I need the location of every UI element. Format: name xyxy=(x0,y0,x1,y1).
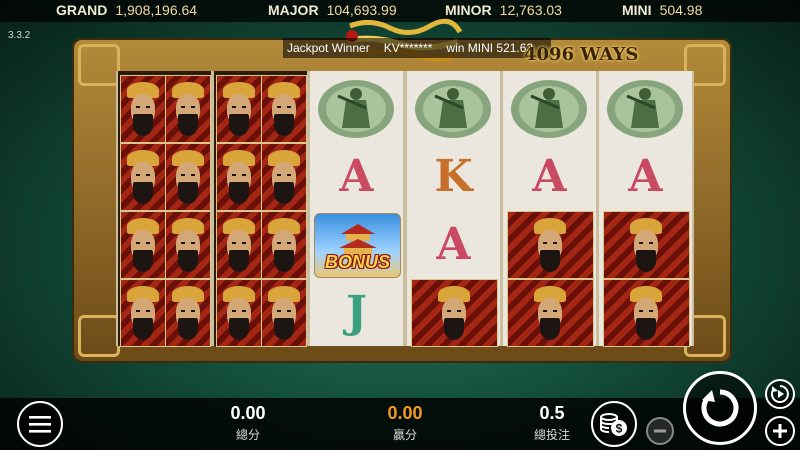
reel-cell xyxy=(214,74,307,143)
letter-a-symbol: A xyxy=(339,150,374,202)
reel-cell: A xyxy=(503,142,596,210)
svg-text:$: $ xyxy=(616,422,623,436)
frame-corner-ornament xyxy=(78,44,120,86)
reel-cell xyxy=(407,74,500,142)
reel-cell: J xyxy=(310,278,403,346)
coins-icon: $ xyxy=(600,413,627,436)
reel-cell xyxy=(503,210,596,279)
emperor-symbol xyxy=(216,75,262,143)
minus-icon xyxy=(654,429,666,433)
spin-icon xyxy=(701,389,739,427)
frame-corner-ornament xyxy=(78,315,120,357)
emperor-symbol xyxy=(120,279,166,347)
soldier-symbol xyxy=(415,80,491,138)
decrease-bet-button[interactable] xyxy=(646,417,674,445)
soldier-symbol xyxy=(318,80,394,138)
reel-cell xyxy=(407,278,500,347)
emperor-symbol xyxy=(165,279,211,347)
emperor-symbol xyxy=(120,75,166,143)
reel-cell: A xyxy=(599,142,692,210)
emperor-symbol xyxy=(261,143,307,211)
letter-a-symbol: A xyxy=(628,150,663,202)
reel-3: A BONUS J xyxy=(308,71,405,346)
win-amount: 0.00 贏分 xyxy=(365,403,445,443)
emperor-symbol xyxy=(165,143,211,211)
reel-6: A xyxy=(597,71,694,347)
reel-cell xyxy=(503,74,596,142)
reel-cell: BONUS xyxy=(310,210,403,278)
reel-cell xyxy=(599,278,692,347)
reel-cell: A xyxy=(310,142,403,210)
total-bet-value: 0.5 xyxy=(539,403,565,423)
emperor-symbol xyxy=(261,279,307,347)
emperor-symbol xyxy=(165,75,211,143)
win-amount-value: 0.00 xyxy=(387,403,423,423)
version-label: 3.3.2 xyxy=(8,30,31,41)
spin-button[interactable] xyxy=(683,371,757,445)
win-amount-label: 贏分 xyxy=(392,428,417,442)
reel-cell xyxy=(118,278,211,347)
emperor-symbol xyxy=(216,211,262,279)
reel-cell xyxy=(214,278,307,347)
reel-cell xyxy=(214,210,307,279)
total-score-value: 0.00 xyxy=(230,403,266,423)
reel-cell xyxy=(118,74,211,143)
autoplay-icon xyxy=(770,385,789,403)
plus-icon xyxy=(773,424,787,438)
reel-4: KA xyxy=(405,71,502,347)
total-bet-label: 總投注 xyxy=(533,428,570,442)
reel-1 xyxy=(116,71,213,347)
emperor-symbol xyxy=(165,211,211,279)
ticker-prefix: Jackpot Winner xyxy=(287,41,370,55)
emperor-symbol xyxy=(261,75,307,143)
jackpot-minor: MINOR 12,763.03 xyxy=(445,2,562,18)
emperor-symbol xyxy=(216,279,262,347)
reel-cell xyxy=(310,74,403,142)
reel-cell: A xyxy=(407,210,500,278)
reel-5: A xyxy=(501,71,598,347)
jackpot-major: MAJOR 104,693.99 xyxy=(268,2,397,18)
ticker-player: KV******* xyxy=(383,41,433,55)
increase-bet-button[interactable] xyxy=(765,416,795,446)
bonus-label: BONUS xyxy=(324,252,390,272)
letter-k-symbol: K xyxy=(434,150,473,202)
reel-grid: A BONUS J K A A A xyxy=(116,71,694,347)
emperor-symbol xyxy=(216,143,262,211)
emperor-symbol xyxy=(261,211,307,279)
reel-cell xyxy=(503,278,596,347)
total-score: 0.00 總分 xyxy=(208,403,288,443)
bonus-symbol: BONUS xyxy=(314,213,401,278)
emperor-symbol xyxy=(120,211,166,279)
soldier-symbol xyxy=(511,80,587,138)
autoplay-button[interactable] xyxy=(765,379,795,409)
ticker-message: win MINI 521.63 xyxy=(446,41,534,55)
emperor-symbol xyxy=(603,211,690,279)
letter-j-symbol: J xyxy=(346,286,367,338)
letter-a-symbol: A xyxy=(436,218,471,270)
jackpot-winner-ticker: Jackpot Winner KV******* win MINI 521.63 xyxy=(283,38,552,58)
jackpot-grand: GRAND 1,908,196.64 xyxy=(56,2,198,18)
jackpot-mini: MINI 504.98 xyxy=(622,2,703,18)
reel-cell xyxy=(599,210,692,279)
emperor-symbol xyxy=(411,279,498,347)
reel-cell xyxy=(214,142,307,211)
ways-label: 4096 WAYS xyxy=(524,44,639,65)
emperor-symbol xyxy=(603,279,690,347)
reel-cell xyxy=(118,142,211,211)
emperor-symbol xyxy=(507,211,594,279)
reel-cell: K xyxy=(407,142,500,210)
total-bet: 0.5 總投注 xyxy=(512,403,592,443)
hamburger-icon xyxy=(29,416,51,433)
total-score-label: 總分 xyxy=(235,428,260,442)
reel-cell xyxy=(599,74,692,142)
reel-2 xyxy=(212,71,309,347)
menu-button[interactable] xyxy=(17,401,63,447)
emperor-symbol xyxy=(507,279,594,347)
soldier-symbol xyxy=(607,80,683,138)
bet-coins-button[interactable]: $ xyxy=(591,401,637,447)
letter-a-symbol: A xyxy=(532,150,567,202)
reel-cell xyxy=(118,210,211,279)
emperor-symbol xyxy=(120,143,166,211)
